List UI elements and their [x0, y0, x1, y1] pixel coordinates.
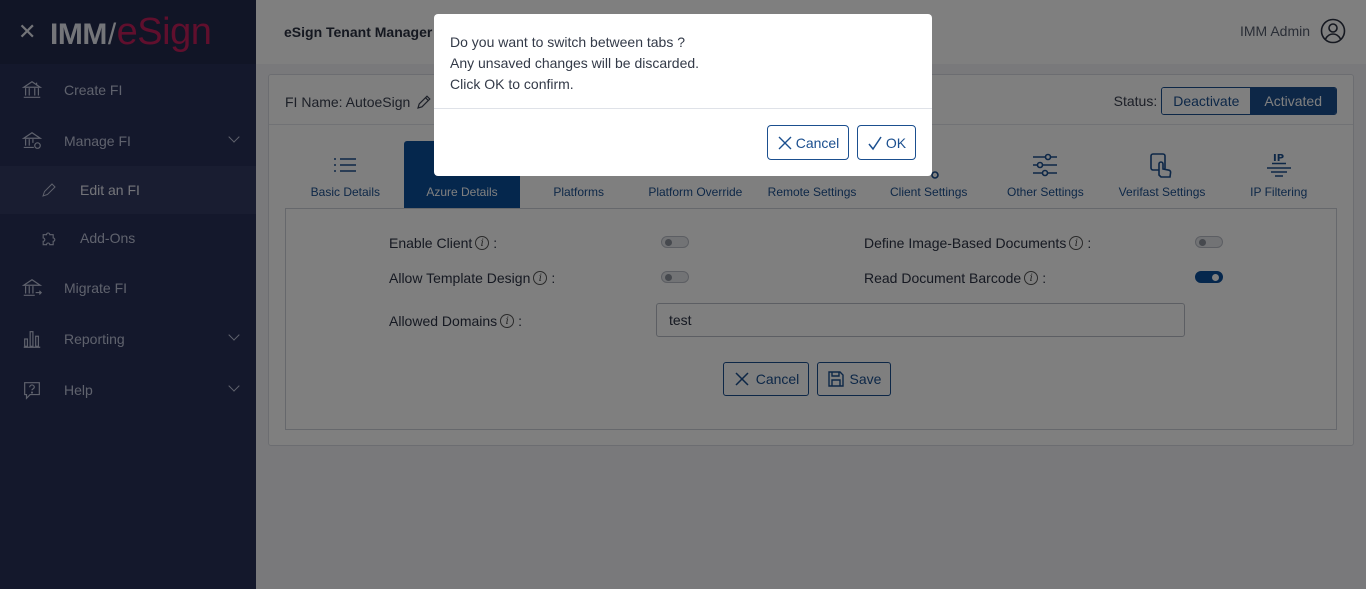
dialog-footer: Cancel OK [434, 109, 932, 176]
dialog-ok-button[interactable]: OK [857, 125, 916, 160]
check-icon [868, 136, 882, 150]
close-icon [778, 136, 792, 149]
dialog-cancel-button[interactable]: Cancel [767, 125, 849, 160]
confirm-dialog: Do you want to switch between tabs ? Any… [434, 14, 932, 176]
dialog-message: Do you want to switch between tabs ? Any… [434, 14, 932, 109]
